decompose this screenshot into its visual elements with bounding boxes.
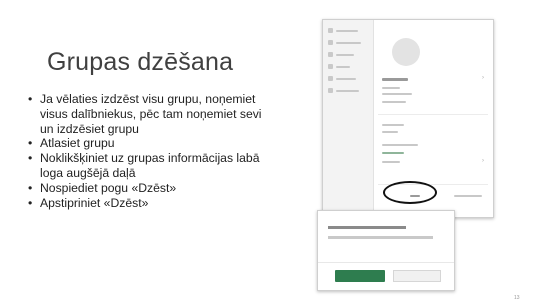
screenshot-sidebar-item xyxy=(328,76,356,82)
text-placeholder xyxy=(382,124,404,126)
bullet-text: Nospiediet pogu «Dzēst» xyxy=(40,180,177,195)
text-placeholder xyxy=(382,101,406,103)
bullet-dot: • xyxy=(28,92,33,106)
dialog-body-placeholder xyxy=(328,236,433,239)
screenshot-sidebar-item xyxy=(328,28,358,34)
bullet-dot: • xyxy=(28,180,33,195)
dialog-title-placeholder xyxy=(328,226,406,229)
group-name-placeholder xyxy=(382,78,408,81)
bullet-item: • Apstipriniet «Dzēst» xyxy=(25,196,270,211)
text-placeholder xyxy=(382,93,412,95)
bullet-text: Apstipriniet «Dzēst» xyxy=(40,195,149,210)
screenshot-sidebar-item xyxy=(328,52,354,58)
slide: Grupas dzēšana • Ja vēlaties izdzēst visu… xyxy=(0,0,540,307)
sidebar-item-icon xyxy=(328,40,333,46)
screenshot-sidebar-item xyxy=(328,40,361,46)
confirm-delete-button xyxy=(335,270,385,282)
sidebar-item-icon xyxy=(328,64,333,70)
bullet-dot: • xyxy=(28,195,33,210)
add-member-placeholder xyxy=(382,152,404,154)
text-placeholder xyxy=(382,131,398,133)
highlight-ellipse xyxy=(383,181,437,204)
sidebar-item-icon xyxy=(328,28,333,34)
bullet-item: • Noklikšķiniet uz grupas informācijas la… xyxy=(25,151,270,181)
text-placeholder xyxy=(382,87,400,89)
text-placeholder xyxy=(454,195,482,197)
bullet-text: Noklikšķiniet uz grupas informācijas lab… xyxy=(40,151,260,180)
cancel-button xyxy=(393,270,441,282)
screenshot-sidebar xyxy=(323,20,374,217)
bullet-item: • Atlasiet grupu xyxy=(25,136,270,151)
slide-title: Grupas dzēšana xyxy=(47,48,234,76)
page-number: 13 xyxy=(514,295,520,301)
sidebar-item-icon xyxy=(328,88,333,94)
bullet-text: Ja vēlaties izdzēst visu grupu, noņemiet… xyxy=(40,92,262,136)
chevron-right-icon: › xyxy=(482,158,484,164)
sidebar-item-icon xyxy=(328,52,333,58)
bullet-dot: • xyxy=(28,151,33,166)
confirm-dialog-screenshot xyxy=(317,210,455,291)
bullet-dot: • xyxy=(28,136,33,151)
divider xyxy=(318,262,454,263)
bullet-list: • Ja vēlaties izdzēst visu grupu, noņemie… xyxy=(25,92,270,210)
bullet-text: Atlasiet grupu xyxy=(40,136,115,151)
chevron-right-icon: › xyxy=(482,75,484,81)
screenshot-sidebar-item xyxy=(328,88,359,94)
sidebar-item-icon xyxy=(328,76,333,82)
group-avatar xyxy=(392,38,420,66)
bullet-item: • Ja vēlaties izdzēst visu grupu, noņemie… xyxy=(25,92,270,136)
text-placeholder xyxy=(382,161,400,163)
bullet-item: • Nospiediet pogu «Dzēst» xyxy=(25,181,270,196)
text-placeholder xyxy=(382,144,418,146)
screenshot-sidebar-item xyxy=(328,64,350,70)
divider xyxy=(378,114,488,115)
